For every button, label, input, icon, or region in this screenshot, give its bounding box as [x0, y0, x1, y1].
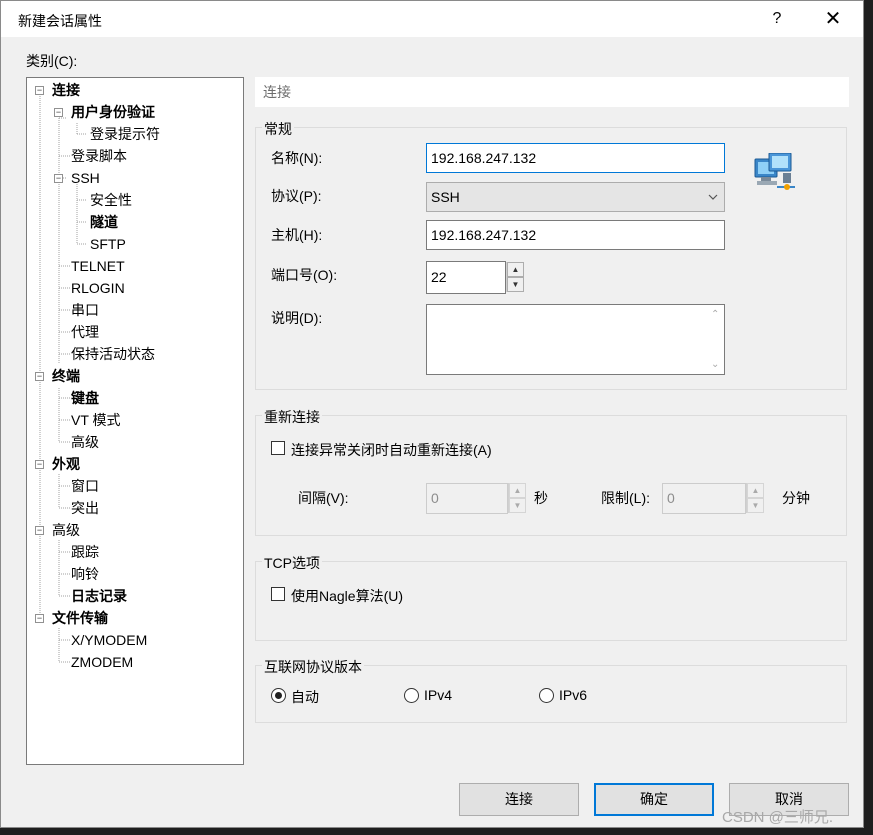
ip-version-label: 互联网协议版本 — [262, 657, 364, 677]
spin-down-icon[interactable]: ▼ — [747, 498, 764, 513]
spin-up-icon[interactable]: ▲ — [507, 262, 524, 277]
tree-item-window[interactable]: 窗口 — [71, 476, 99, 496]
collapse-icon[interactable]: − — [35, 86, 44, 95]
tree-item-serial[interactable]: 串口 — [71, 300, 99, 320]
name-field[interactable]: 192.168.247.132 — [426, 143, 725, 173]
tree-item-sftp[interactable]: SFTP — [90, 234, 126, 254]
limit-spinner[interactable]: ▲ ▼ — [746, 483, 764, 513]
tree-item-proxy[interactable]: 代理 — [71, 322, 99, 342]
dialog-title: 新建会话属性 — [18, 13, 102, 29]
tree-item-ssh[interactable]: SSH — [71, 168, 100, 188]
help-button[interactable]: ? — [755, 5, 799, 33]
tree-item-keepalive[interactable]: 保持活动状态 — [71, 344, 155, 364]
tcp-options-label: TCP选项 — [262, 553, 322, 573]
spin-up-icon[interactable]: ▲ — [747, 483, 764, 498]
tree-item-rlogin[interactable]: RLOGIN — [71, 278, 125, 298]
tree-item-logging[interactable]: 日志记录 — [71, 586, 127, 606]
host-field[interactable]: 192.168.247.132 — [426, 220, 725, 250]
radio-auto[interactable] — [271, 688, 286, 703]
protocol-value: SSH — [431, 189, 460, 205]
spin-down-icon[interactable]: ▼ — [509, 498, 526, 513]
tree-item-xymodem[interactable]: X/YMODEM — [71, 630, 147, 650]
tree-item-vt-mode[interactable]: VT 模式 — [71, 410, 121, 430]
collapse-icon[interactable]: − — [54, 108, 63, 117]
tree-item-bell[interactable]: 响铃 — [71, 564, 99, 584]
background-terminal-right — [863, 0, 873, 835]
collapse-icon[interactable]: − — [35, 460, 44, 469]
interval-spinner[interactable]: ▲ ▼ — [508, 483, 526, 513]
interval-label: 间隔(V): — [298, 490, 349, 506]
chevron-down-icon — [708, 183, 718, 221]
tree-item-trace[interactable]: 跟踪 — [71, 542, 99, 562]
auto-reconnect-checkbox[interactable] — [271, 441, 285, 455]
tree-item-appearance[interactable]: 外观 — [52, 454, 80, 474]
protocol-select[interactable]: SSH — [426, 182, 725, 212]
limit-unit: 分钟 — [782, 490, 810, 506]
description-label: 说明(D): — [271, 310, 323, 326]
page-title: 连接 — [255, 77, 849, 107]
tree-item-connection[interactable]: 连接 — [52, 80, 80, 100]
tree-item-login-prompt[interactable]: 登录提示符 — [90, 124, 160, 144]
radio-ipv4-label[interactable]: IPv4 — [424, 687, 452, 703]
port-label: 端口号(O): — [271, 267, 338, 283]
host-label: 主机(H): — [271, 227, 323, 243]
title-bar: 新建会话属性 ? ✕ — [1, 1, 863, 37]
description-scrollbar[interactable]: ⌃ ⌄ — [707, 305, 724, 374]
tree-item-security[interactable]: 安全性 — [90, 190, 132, 210]
auto-reconnect-label[interactable]: 连接异常关闭时自动重新连接(A) — [291, 440, 492, 460]
watermark: CSDN @三师兄. — [722, 809, 834, 826]
tree-item-highlight[interactable]: 突出 — [71, 498, 99, 518]
tree-item-login-script[interactable]: 登录脚本 — [71, 146, 127, 166]
collapse-icon[interactable]: − — [35, 526, 44, 535]
description-field[interactable]: ⌃ ⌄ — [426, 304, 725, 375]
radio-auto-label[interactable]: 自动 — [291, 687, 319, 707]
tree-item-advanced[interactable]: 高级 — [52, 520, 80, 540]
port-field[interactable]: 22 — [426, 261, 506, 294]
collapse-icon[interactable]: − — [35, 372, 44, 381]
port-spinner[interactable]: ▲ ▼ — [506, 262, 524, 292]
tree-item-telnet[interactable]: TELNET — [71, 256, 125, 276]
category-label: 类别(C): — [26, 53, 78, 69]
interval-unit: 秒 — [534, 490, 548, 506]
session-properties-dialog: 新建会话属性 ? ✕ 类别(C): − 连接 − 用户身份验证 登录提示符 登录… — [0, 0, 864, 828]
tree-item-terminal-advanced[interactable]: 高级 — [71, 432, 99, 452]
spin-down-icon[interactable]: ▼ — [507, 277, 524, 292]
tree-item-tunnel[interactable]: 隧道 — [90, 212, 118, 232]
radio-ipv6-label[interactable]: IPv6 — [559, 687, 587, 703]
tree-item-user-auth[interactable]: 用户身份验证 — [71, 102, 155, 122]
tree-item-keyboard[interactable]: 键盘 — [71, 388, 99, 408]
close-button[interactable]: ✕ — [811, 5, 855, 33]
radio-ipv6[interactable] — [539, 688, 554, 703]
general-group-label: 常规 — [262, 119, 294, 139]
nagle-label[interactable]: 使用Nagle算法(U) — [291, 586, 403, 606]
radio-ipv4[interactable] — [404, 688, 419, 703]
tree-item-zmodem[interactable]: ZMODEM — [71, 652, 133, 672]
reconnect-group — [255, 415, 847, 536]
name-label: 名称(N): — [271, 150, 323, 166]
scroll-up-icon[interactable]: ⌃ — [711, 309, 719, 320]
limit-field[interactable]: 0 — [662, 483, 746, 514]
scroll-down-icon[interactable]: ⌄ — [711, 359, 719, 370]
interval-field[interactable]: 0 — [426, 483, 508, 514]
protocol-label: 协议(P): — [271, 188, 322, 204]
nagle-checkbox[interactable] — [271, 587, 285, 601]
limit-label: 限制(L): — [601, 490, 650, 506]
spin-up-icon[interactable]: ▲ — [509, 483, 526, 498]
tree-item-terminal[interactable]: 终端 — [52, 366, 80, 386]
reconnect-group-label: 重新连接 — [262, 407, 322, 427]
category-tree[interactable]: − 连接 − 用户身份验证 登录提示符 登录脚本 − SSH 安全性 隧道 SF… — [26, 77, 244, 765]
tree-item-file-transfer[interactable]: 文件传输 — [52, 608, 108, 628]
collapse-icon[interactable]: − — [35, 614, 44, 623]
network-session-icon — [754, 153, 795, 190]
collapse-icon[interactable]: − — [54, 174, 63, 183]
connect-button[interactable]: 连接 — [459, 783, 579, 816]
ok-button[interactable]: 确定 — [594, 783, 714, 816]
